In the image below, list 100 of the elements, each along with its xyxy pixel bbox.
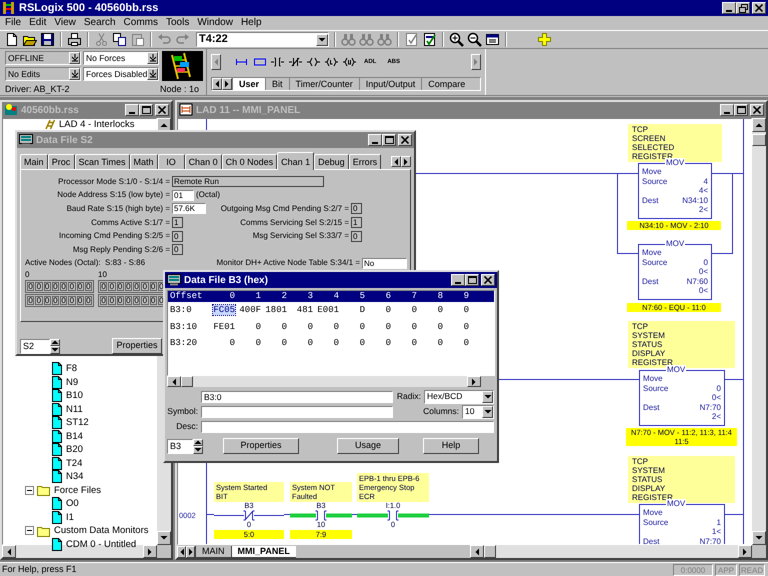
- paste-icon[interactable]: [130, 32, 145, 47]
- tab[interactable]: Debug: [314, 154, 349, 169]
- tab[interactable]: Proc: [48, 154, 75, 169]
- dropdown-button[interactable]: [147, 52, 158, 64]
- value-field[interactable]: 57.6K: [172, 203, 206, 214]
- table-cell[interactable]: 0: [256, 338, 261, 348]
- printer-icon[interactable]: [67, 32, 82, 47]
- table-cell[interactable]: 0: [334, 338, 339, 348]
- tab[interactable]: Main: [20, 154, 48, 169]
- dropdown-button[interactable]: [316, 34, 328, 46]
- scroll-left-button[interactable]: [470, 545, 484, 558]
- tree-item[interactable]: B14: [66, 430, 83, 442]
- tree-item[interactable]: F8: [66, 363, 78, 374]
- table-cell[interactable]: 1801: [265, 305, 287, 316]
- value-field[interactable]: No: [362, 258, 407, 269]
- table-cell[interactable]: 0: [282, 338, 287, 348]
- table-cell[interactable]: 0: [230, 338, 235, 348]
- scroll-down-button[interactable]: [157, 531, 171, 545]
- dropdown-button[interactable]: [147, 68, 158, 80]
- tree-item[interactable]: O0: [66, 498, 79, 510]
- zoom-in-icon[interactable]: [449, 32, 464, 47]
- branch-icon[interactable]: [253, 57, 266, 67]
- maximize-button[interactable]: [382, 134, 396, 146]
- scroll-right-button[interactable]: [471, 54, 481, 70]
- table-cell[interactable]: 0: [386, 322, 391, 332]
- table-cell[interactable]: 0: [438, 338, 443, 348]
- window-icon[interactable]: [485, 32, 500, 47]
- radix-combo[interactable]: Hex/BCD: [424, 390, 494, 404]
- force-state-combo[interactable]: Forces Disabled: [83, 67, 159, 81]
- scroll-right-button[interactable]: [738, 545, 752, 558]
- table-cell[interactable]: 0: [360, 322, 365, 332]
- forces-combo[interactable]: No Forces: [83, 51, 159, 65]
- tab-left-button[interactable]: [177, 546, 186, 558]
- horizontal-scrollbar[interactable]: [470, 545, 752, 558]
- copy-icon[interactable]: [112, 32, 127, 47]
- dropdown-button[interactable]: [69, 68, 80, 80]
- menu-item[interactable]: Edit: [25, 16, 50, 30]
- close-button[interactable]: [481, 274, 495, 286]
- table-cell[interactable]: FC05: [213, 305, 235, 316]
- zoom-out-icon[interactable]: [467, 32, 482, 47]
- scroll-right-button[interactable]: [467, 376, 481, 387]
- close-button[interactable]: [155, 104, 169, 116]
- tab[interactable]: Chan 0: [184, 154, 222, 169]
- latch-coil-icon[interactable]: [325, 57, 338, 67]
- table-cell[interactable]: 0: [282, 322, 287, 332]
- value-field[interactable]: 01: [172, 190, 194, 201]
- tree-item[interactable]: ST12: [66, 417, 89, 428]
- dialog-button[interactable]: Usage: [337, 438, 399, 454]
- vertical-scrollbar[interactable]: [752, 118, 766, 545]
- file-field[interactable]: S2: [20, 338, 50, 354]
- address-combo[interactable]: T4:22: [196, 32, 329, 47]
- restore-button[interactable]: [736, 2, 750, 14]
- table-cell[interactable]: 0: [412, 322, 417, 332]
- close-button[interactable]: [752, 2, 766, 14]
- menu-item[interactable]: Tools: [162, 16, 194, 30]
- dropdown-button[interactable]: [482, 390, 493, 402]
- tree-item[interactable]: CDM 0 - Untitled: [66, 538, 136, 550]
- maximize-button[interactable]: [139, 104, 153, 116]
- table-cell[interactable]: 0: [308, 338, 313, 348]
- minimize-button[interactable]: [451, 274, 465, 286]
- tree-item[interactable]: N11: [66, 404, 83, 415]
- minimize-button[interactable]: [722, 2, 736, 14]
- checked-document-icon[interactable]: [422, 32, 437, 47]
- sheet-tab[interactable]: MMI_PANEL: [230, 546, 296, 558]
- scroll-left-button[interactable]: [2, 545, 16, 558]
- address-field[interactable]: B3:0: [201, 390, 393, 402]
- tree-item[interactable]: B10: [66, 390, 83, 402]
- scroll-left-button[interactable]: [167, 376, 181, 387]
- table-cell[interactable]: 0: [360, 338, 365, 348]
- tree-item[interactable]: I1: [66, 512, 74, 523]
- table-cell[interactable]: 0: [256, 322, 261, 332]
- description-field[interactable]: [201, 420, 494, 432]
- close-button[interactable]: [398, 134, 412, 146]
- close-button[interactable]: [750, 104, 764, 116]
- maximize-button[interactable]: [734, 104, 748, 116]
- tree-item[interactable]: LAD 4 - Interlocks: [59, 119, 134, 130]
- table-cell[interactable]: 0: [412, 305, 417, 316]
- table-cell[interactable]: 0: [464, 322, 469, 332]
- tab-left-button[interactable]: [391, 156, 401, 167]
- maximize-button[interactable]: [465, 274, 479, 286]
- symbol-field[interactable]: [201, 406, 393, 418]
- dialog-button[interactable]: Help: [423, 438, 479, 454]
- collapse-icon[interactable]: [25, 486, 34, 495]
- minimize-button[interactable]: [720, 104, 734, 116]
- table-cell[interactable]: E001: [317, 305, 339, 316]
- table-cell[interactable]: 0: [438, 305, 443, 316]
- menu-item[interactable]: File: [1, 16, 26, 30]
- tab[interactable]: Ch 0 Nodes: [222, 154, 278, 169]
- table-cell[interactable]: 400F: [239, 305, 261, 316]
- scroll-thumb[interactable]: [181, 376, 193, 387]
- tree-item[interactable]: Force Files: [54, 484, 101, 496]
- table-cell[interactable]: 0: [334, 322, 339, 332]
- table-cell[interactable]: 0: [438, 322, 443, 332]
- tab-right-button[interactable]: [222, 78, 232, 90]
- tree-item[interactable]: T24: [66, 458, 82, 469]
- scroll-right-button[interactable]: [143, 545, 157, 558]
- scroll-down-button[interactable]: [752, 531, 766, 545]
- tab-left-button[interactable]: [212, 78, 222, 90]
- tree-item[interactable]: N9: [66, 376, 78, 388]
- menu-item[interactable]: View: [50, 16, 80, 30]
